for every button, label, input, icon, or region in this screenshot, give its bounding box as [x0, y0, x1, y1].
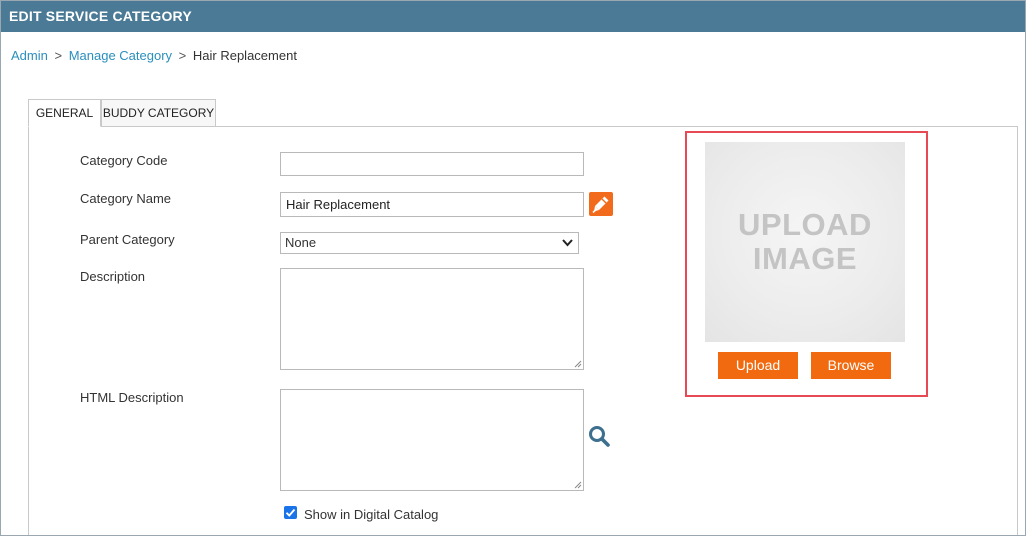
parent-category-value: None	[285, 235, 317, 250]
browse-button[interactable]: Browse	[811, 352, 891, 379]
pen-edit-icon[interactable]	[589, 192, 613, 216]
chevron-down-icon	[562, 239, 573, 247]
category-name-label: Category Name	[80, 191, 172, 206]
show-in-catalog-checkbox[interactable]	[284, 506, 297, 519]
html-description-textarea[interactable]	[280, 389, 584, 491]
breadcrumb-admin-link[interactable]: Admin	[11, 48, 48, 63]
html-description-label: HTML Description	[80, 390, 184, 405]
edit-category-window: EDIT SERVICE CATEGORY Admin > Manage Cat…	[0, 0, 1026, 536]
description-textarea[interactable]	[280, 268, 584, 370]
show-in-catalog-label: Show in Digital Catalog	[304, 507, 439, 522]
category-code-label: Category Code	[80, 153, 168, 168]
page-header: EDIT SERVICE CATEGORY	[1, 1, 1025, 32]
description-label: Description	[80, 269, 146, 284]
image-placeholder[interactable]: UPLOAD IMAGE	[705, 142, 905, 342]
check-icon	[285, 508, 296, 517]
breadcrumb: Admin > Manage Category > Hair Replaceme…	[11, 48, 297, 63]
breadcrumb-separator: >	[54, 48, 63, 63]
tab-buddy-category[interactable]: BUDDY CATEGORY	[101, 99, 216, 127]
breadcrumb-separator: >	[178, 48, 187, 63]
resize-grip-icon[interactable]	[574, 481, 582, 489]
search-icon[interactable]	[587, 424, 611, 448]
upload-placeholder-text: UPLOAD IMAGE	[738, 207, 872, 276]
breadcrumb-current: Hair Replacement	[192, 48, 297, 63]
parent-category-select[interactable]: None	[280, 232, 579, 254]
category-name-input[interactable]	[280, 192, 584, 217]
parent-category-label: Parent Category	[80, 232, 175, 247]
upload-button[interactable]: Upload	[718, 352, 798, 379]
breadcrumb-manage-category-link[interactable]: Manage Category	[69, 48, 172, 63]
resize-grip-icon[interactable]	[574, 360, 582, 368]
tab-general[interactable]: GENERAL	[28, 99, 101, 127]
category-code-input[interactable]	[280, 152, 584, 176]
